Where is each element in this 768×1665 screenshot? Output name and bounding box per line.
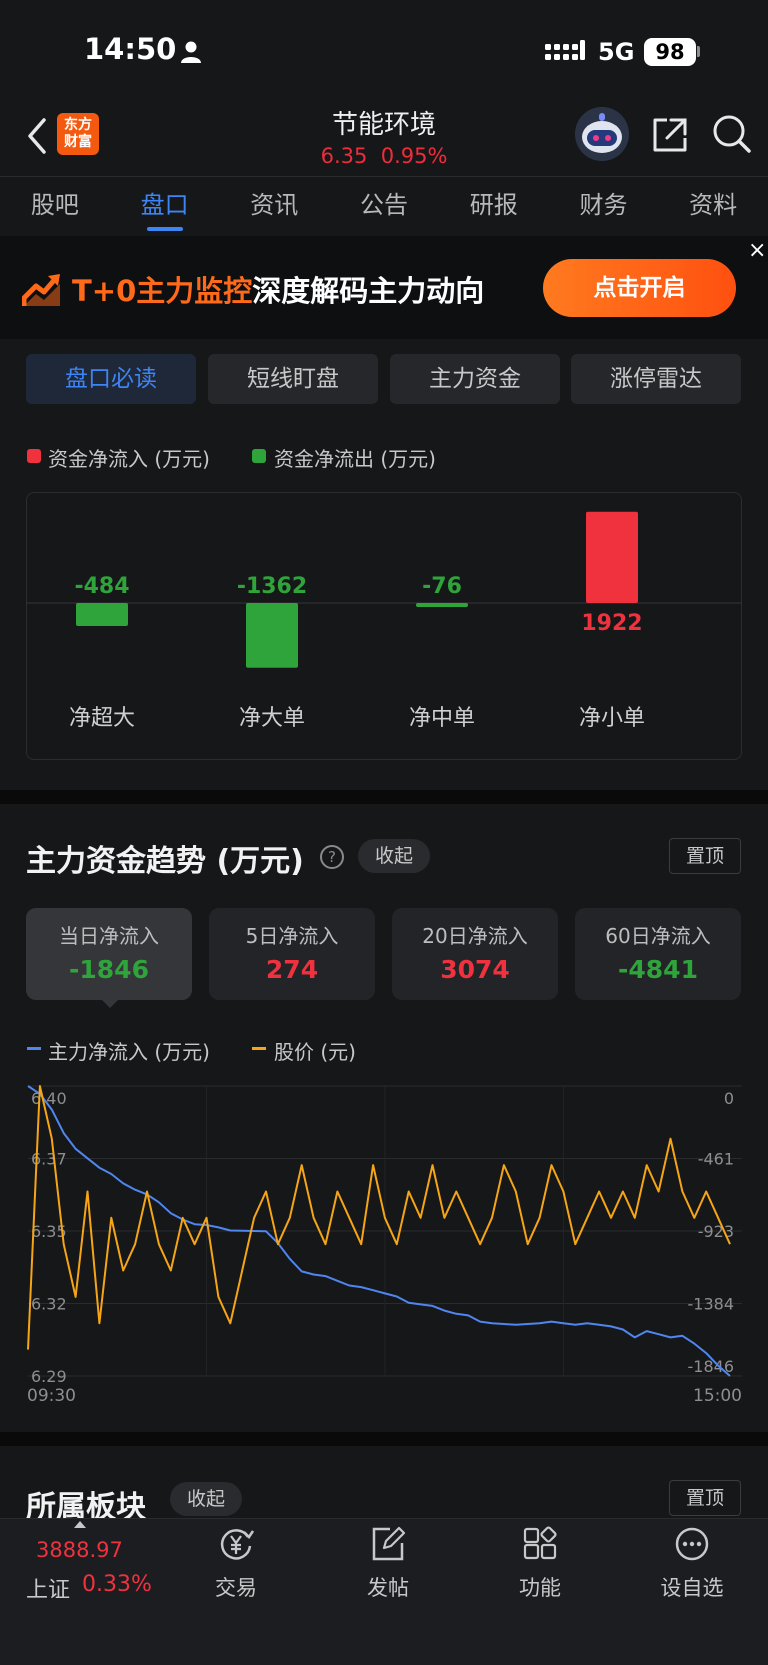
tab-pankou[interactable]: 盘口 xyxy=(110,177,220,234)
card-today-inflow[interactable]: 当日净流入 -1846 xyxy=(26,908,192,1000)
bottom-label: 功能 xyxy=(519,1576,561,1600)
banner-text: T+0主力监控深度解码主力动向 xyxy=(72,268,484,310)
right-axis-tick: -923 xyxy=(698,1222,734,1241)
trend-collapse-button[interactable]: 收起 xyxy=(358,839,430,873)
x-axis-end: 15:00 xyxy=(693,1386,742,1406)
card-value: 3074 xyxy=(440,955,510,984)
card-label: 60日净流入 xyxy=(605,924,711,948)
card-60day-inflow[interactable]: 60日净流入 -4841 xyxy=(575,908,741,1000)
flow-bar xyxy=(246,603,298,668)
bottom-label: 交易 xyxy=(215,1576,257,1600)
battery-level: 98 xyxy=(644,38,696,66)
flow-bar xyxy=(586,511,638,603)
section-divider xyxy=(0,1432,768,1446)
card-20day-inflow[interactable]: 20日净流入 3074 xyxy=(392,908,558,1000)
legend-main-inflow: 主力净流入 (万元) xyxy=(48,1040,210,1064)
stock-price: 6.35 xyxy=(320,144,368,168)
trade-yuan-icon xyxy=(220,1529,255,1560)
flow-bar xyxy=(416,603,468,607)
card-5day-inflow[interactable]: 5日净流入 274 xyxy=(209,908,375,1000)
trend-chart: 6.40 06.37 -4616.35 -9236.32 -13846.29-18460… xyxy=(27,1085,742,1406)
right-axis-tick: -1384 xyxy=(688,1295,735,1314)
section-divider xyxy=(0,790,768,804)
banner-desc: 深度解码主力动向 xyxy=(252,274,485,308)
help-icon[interactable]: ? xyxy=(320,845,344,869)
card-value: -4841 xyxy=(618,955,698,984)
share-icon[interactable] xyxy=(651,116,689,154)
status-time: 14:50 xyxy=(84,32,177,66)
network-type: 5G xyxy=(598,38,635,66)
tab-news[interactable]: 资讯 xyxy=(219,177,329,234)
bottom-add-watchlist[interactable]: 设自选 xyxy=(632,1526,752,1602)
bottom-label: 设自选 xyxy=(660,1576,724,1600)
card-label: 5日净流入 xyxy=(245,924,339,948)
edit-icon xyxy=(372,1526,406,1561)
subtab-short-term[interactable]: 短线盯盘 xyxy=(208,354,378,404)
price-series xyxy=(27,1085,731,1350)
main-tabs: 股吧 盘口 资讯 公告 研报 财务 资料 xyxy=(0,176,768,234)
trend-pin-button[interactable]: 置顶 xyxy=(669,838,741,874)
legend-main-line xyxy=(27,1047,41,1050)
sector-collapse-button[interactable]: 收起 xyxy=(170,1482,242,1516)
index-name[interactable]: 上证 xyxy=(26,1572,70,1604)
legend-inflow: 资金净流入 (万元) xyxy=(48,447,210,471)
signal-icon xyxy=(545,40,585,60)
right-axis-tick: -461 xyxy=(698,1150,734,1169)
index-value[interactable]: 3888.97 xyxy=(36,1538,123,1562)
bottom-label: 发帖 xyxy=(367,1576,409,1600)
flow-value-label: -76 xyxy=(422,574,462,599)
banner-highlight: T+0主力监控 xyxy=(72,274,253,308)
index-change[interactable]: 0.33% xyxy=(82,1572,152,1597)
legend-outflow: 资金净流出 (万元) xyxy=(274,447,436,471)
tab-finance[interactable]: 财务 xyxy=(549,177,659,234)
card-value: -1846 xyxy=(69,955,149,984)
tab-profile[interactable]: 资料 xyxy=(658,177,768,234)
trend-up-icon xyxy=(22,274,60,306)
card-label: 当日净流入 xyxy=(59,924,159,948)
legend-outflow-swatch xyxy=(252,449,266,463)
flow-bar xyxy=(76,603,128,626)
grid-apps-icon xyxy=(523,1526,557,1560)
stock-change: 0.95% xyxy=(380,144,448,168)
subtab-must-read[interactable]: 盘口必读 xyxy=(26,354,196,404)
tab-guba[interactable]: 股吧 xyxy=(0,177,110,234)
banner-close-button[interactable]: × xyxy=(748,238,766,263)
legend-inflow-swatch xyxy=(27,449,41,463)
sector-pin-button[interactable]: 置顶 xyxy=(669,1480,741,1516)
card-label: 20日净流入 xyxy=(422,924,528,948)
battery-tip xyxy=(697,46,700,57)
search-icon[interactable] xyxy=(712,114,752,154)
trend-title: 主力资金趋势 (万元) xyxy=(26,844,304,879)
left-axis-tick: 6.29 xyxy=(31,1367,67,1386)
index-up-arrow-icon xyxy=(74,1521,86,1528)
bottom-trade[interactable]: 交易 xyxy=(176,1526,296,1602)
bottom-post[interactable]: 发帖 xyxy=(328,1526,448,1602)
legend-price-line xyxy=(252,1047,266,1050)
person-icon xyxy=(181,41,201,63)
flow-value-label: -1362 xyxy=(237,574,307,599)
flow-category-label: 净超大 xyxy=(69,706,135,731)
flow-category-label: 净小单 xyxy=(579,706,645,731)
banner-open-button[interactable]: 点击开启 xyxy=(543,259,736,317)
fund-flow-chart: -484 净超大 -1362 净大单 -76 净中单 1922 净小单 xyxy=(26,511,742,731)
subtab-main-funds[interactable]: 主力资金 xyxy=(390,354,560,404)
assistant-robot-icon[interactable] xyxy=(575,107,629,161)
legend-price: 股价 (元) xyxy=(274,1040,356,1064)
flow-value-label: 1922 xyxy=(581,611,642,636)
more-dots-icon xyxy=(675,1527,709,1561)
flow-value-label: -484 xyxy=(74,574,129,599)
x-axis-start: 09:30 xyxy=(27,1386,76,1406)
subtab-limit-radar[interactable]: 涨停雷达 xyxy=(571,354,741,404)
right-axis-tick: 0 xyxy=(724,1089,734,1108)
tab-announcements[interactable]: 公告 xyxy=(329,177,439,234)
active-card-caret xyxy=(100,998,120,1008)
flow-category-label: 净大单 xyxy=(239,706,305,731)
bottom-functions[interactable]: 功能 xyxy=(480,1526,600,1602)
flow-category-label: 净中单 xyxy=(409,706,475,731)
card-value: 274 xyxy=(265,955,319,984)
tab-research[interactable]: 研报 xyxy=(439,177,549,234)
left-axis-tick: 6.32 xyxy=(31,1295,67,1314)
